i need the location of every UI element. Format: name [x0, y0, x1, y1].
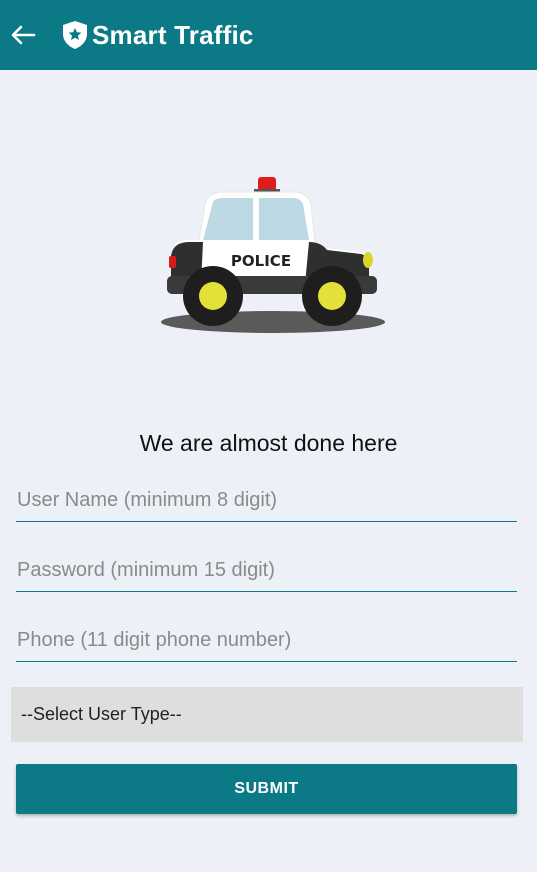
password-input[interactable]: [16, 551, 517, 589]
phone-field[interactable]: [16, 621, 517, 662]
phone-input[interactable]: [16, 621, 517, 659]
back-button[interactable]: [2, 14, 44, 56]
user-type-selected-value: --Select User Type--: [21, 704, 182, 724]
arrow-left-icon: [11, 25, 36, 45]
user-type-select[interactable]: --Select User Type--: [11, 687, 523, 742]
car-label: POLICE: [231, 252, 291, 270]
app-bar: Smart Traffic: [0, 0, 537, 70]
submit-button[interactable]: SUBMIT: [16, 764, 517, 814]
username-input[interactable]: [16, 481, 517, 519]
shield-star-icon: [62, 20, 88, 50]
app-title: Smart Traffic: [92, 19, 254, 50]
form-heading: We are almost done here: [139, 430, 398, 456]
police-car-illustration: POLICE: [155, 172, 390, 337]
username-field[interactable]: [16, 481, 517, 522]
password-field[interactable]: [16, 551, 517, 592]
